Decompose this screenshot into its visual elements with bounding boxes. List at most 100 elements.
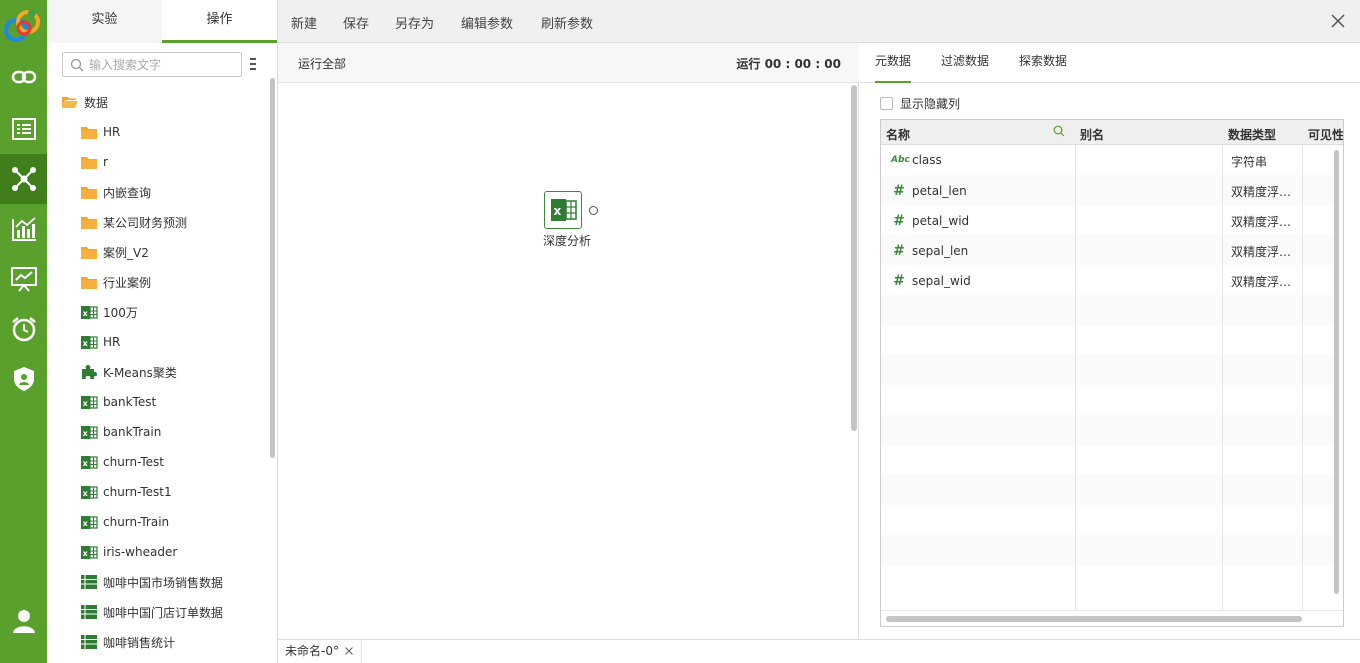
refresh-params-button[interactable]: 刷新参数 <box>541 13 593 32</box>
number-type-icon: # <box>893 273 905 289</box>
nav-presentation-button[interactable] <box>0 254 47 304</box>
close-icon[interactable] <box>344 646 354 656</box>
table-row[interactable]: Abc class 字符串 <box>881 145 1333 175</box>
user-icon <box>12 610 35 633</box>
close-icon[interactable] <box>1330 13 1346 29</box>
empty-row <box>881 565 1333 595</box>
save-button[interactable]: 保存 <box>343 13 369 32</box>
tree-item[interactable]: x churn-Test <box>47 447 269 477</box>
tree-item[interactable]: x 100万 <box>47 297 269 327</box>
table-row[interactable]: # sepal_len 双精度浮… <box>881 235 1333 265</box>
tree-item-label: 案例_V2 <box>103 245 149 260</box>
show-hidden-label: 显示隐藏列 <box>900 97 961 111</box>
tree-item[interactable]: 咖啡中国市场销售数据 <box>47 567 269 597</box>
workflow-canvas[interactable]: x 深度分析 <box>278 83 859 639</box>
nav-user-button[interactable] <box>0 596 47 646</box>
field-type: 双精度浮… <box>1231 185 1292 199</box>
workflow-node[interactable]: x 深度分析 <box>537 191 598 249</box>
new-button[interactable]: 新建 <box>291 13 317 32</box>
table-icon <box>80 604 98 620</box>
tree-item[interactable]: 内嵌查询 <box>47 177 269 207</box>
nav-chart-button[interactable] <box>0 204 47 254</box>
nav-alarm-button[interactable] <box>0 304 47 354</box>
col-header-alias[interactable]: 别名 <box>1080 126 1104 143</box>
edit-params-button[interactable]: 编辑参数 <box>461 13 513 32</box>
grid-header: 名称 别名 数据类型 可见性 <box>881 120 1343 145</box>
show-hidden-toggle[interactable]: 显示隐藏列 <box>880 95 960 112</box>
col-header-type[interactable]: 数据类型 <box>1228 126 1276 143</box>
menu-icon[interactable] <box>250 57 256 71</box>
nav-shield-button[interactable] <box>0 354 47 404</box>
toolbar: 新建 保存 另存为 编辑参数 刷新参数 <box>278 0 1360 43</box>
tree-item-label: 数据 <box>84 95 109 110</box>
search-row <box>62 52 258 77</box>
run-all-button[interactable]: 运行全部 <box>298 55 346 72</box>
tab-metadata[interactable]: 元数据 <box>875 52 912 83</box>
tree-item-label: 行业案例 <box>103 275 152 290</box>
tree-item[interactable]: 数据 <box>47 87 269 117</box>
empty-row <box>881 325 1333 355</box>
folder-icon <box>80 184 98 200</box>
search-box <box>62 52 242 77</box>
tree-item-label: bankTest <box>103 395 157 409</box>
field-type: 双精度浮… <box>1231 245 1292 259</box>
folder-open-icon <box>61 94 79 110</box>
left-nav <box>0 0 47 663</box>
tree-item[interactable]: x iris-wheader <box>47 537 269 567</box>
canvas-scrollbar[interactable] <box>851 85 857 431</box>
nav-list-button[interactable] <box>0 104 47 154</box>
nav-network-button[interactable] <box>0 154 47 204</box>
tree-item[interactable]: x HR <box>47 327 269 357</box>
col-header-name[interactable]: 名称 <box>886 126 910 143</box>
tree-item[interactable]: K-Means聚类 <box>47 357 269 387</box>
tab-explore-data[interactable]: 探索数据 <box>1019 52 1067 83</box>
document-tab[interactable]: 未命名-0° <box>278 640 362 663</box>
svg-text:x: x <box>82 459 88 468</box>
field-name: class <box>912 153 942 167</box>
tree-item[interactable]: x churn-Test1 <box>47 477 269 507</box>
grid-horizontal-scrollbar[interactable] <box>886 616 1302 622</box>
tree-item[interactable]: x bankTrain <box>47 417 269 447</box>
tab-experiment[interactable]: 实验 <box>47 0 162 43</box>
table-row[interactable]: # petal_wid 双精度浮… <box>881 205 1333 235</box>
search-icon[interactable] <box>1053 125 1065 137</box>
number-type-icon: # <box>893 213 905 229</box>
excel-icon: x <box>80 484 98 500</box>
tree-item[interactable]: x bankTest <box>47 387 269 417</box>
resource-tree: 数据 HR r 内嵌查询 某公司财务预测案例_V2 行业案例 x 100万 x HR K-Means… <box>47 87 269 657</box>
empty-row <box>881 385 1333 415</box>
empty-row <box>881 475 1333 505</box>
field-name-cell: # sepal_len <box>891 243 968 259</box>
tree-item[interactable]: 案例_V2 <box>47 237 269 267</box>
tree-item[interactable]: 咖啡中国门店订单数据 <box>47 597 269 627</box>
tree-scrollbar[interactable] <box>270 78 275 458</box>
nav-link-button[interactable] <box>0 52 47 102</box>
tree-item[interactable]: 某公司财务预测 <box>47 207 269 237</box>
svg-text:x: x <box>82 429 88 438</box>
table-row[interactable]: # petal_len 双精度浮… <box>881 175 1333 205</box>
excel-icon: x <box>80 454 98 470</box>
tab-operation[interactable]: 操作 <box>162 0 277 43</box>
tree-item[interactable]: r <box>47 147 269 177</box>
resource-panel: 实验 操作 数据 HR r 内嵌查询某公司财务预测案例_V2 行业案例 x 100万 x HR K… <box>47 0 278 663</box>
list-icon <box>11 118 36 140</box>
presentation-icon <box>10 267 37 292</box>
tab-filter-data[interactable]: 过滤数据 <box>941 52 989 83</box>
tree-item[interactable]: 行业案例 <box>47 267 269 297</box>
tree-item[interactable]: x churn-Train <box>47 507 269 537</box>
search-input[interactable] <box>89 56 239 74</box>
show-hidden-checkbox[interactable] <box>880 97 893 110</box>
empty-row <box>881 445 1333 475</box>
col-header-visibility[interactable]: 可见性 <box>1308 126 1343 143</box>
table-row[interactable]: # sepal_wid 双精度浮… <box>881 265 1333 295</box>
svg-text:x: x <box>82 399 88 408</box>
string-type-icon: Abc <box>891 155 910 165</box>
svg-text:x: x <box>554 204 562 218</box>
tree-item-label: HR <box>103 125 121 139</box>
tree-item[interactable]: 咖啡销售统计 <box>47 627 269 657</box>
excel-icon: x <box>544 191 598 229</box>
save-as-button[interactable]: 另存为 <box>395 13 434 32</box>
grid-vertical-scrollbar[interactable] <box>1334 150 1339 594</box>
tree-item[interactable]: HR <box>47 117 269 147</box>
node-output-port[interactable] <box>589 206 598 215</box>
